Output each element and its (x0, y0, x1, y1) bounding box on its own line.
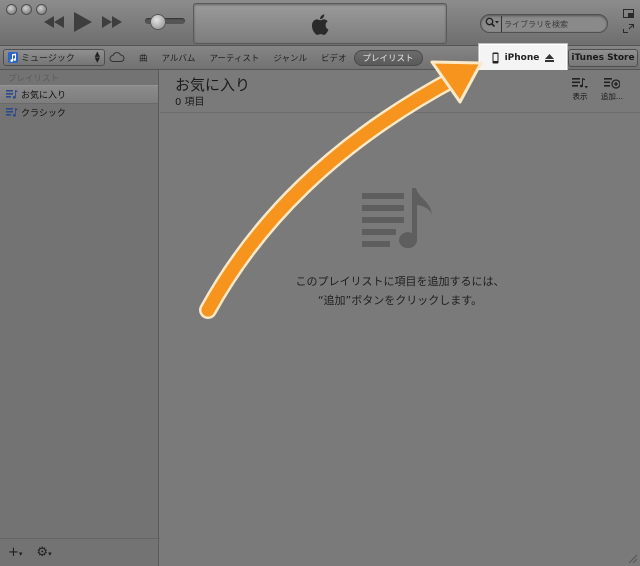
main-content: お気に入り 0 項目 表示 追加... このプレイリストに項目を追加するには、 … (160, 70, 640, 566)
gear-icon[interactable]: ⚙▾ (36, 545, 51, 560)
window-extra-controls (623, 3, 634, 33)
minimize-window-button[interactable] (21, 4, 32, 15)
rewind-icon[interactable] (44, 16, 64, 28)
playlist-header: お気に入り 0 項目 表示 追加... (160, 70, 640, 113)
tab-playlists[interactable]: プレイリスト (353, 50, 423, 66)
itunes-store-button[interactable]: iTunes Store (568, 49, 638, 67)
sidebar-item-classic[interactable]: クラシック (0, 104, 158, 121)
fast-forward-icon[interactable] (102, 16, 122, 28)
library-selector[interactable]: ミュージック ▲ ▼ (3, 49, 105, 66)
search-input[interactable] (501, 16, 606, 32)
sidebar-footer: +▾ ⚙▾ (0, 538, 166, 566)
add-to-playlist-icon (604, 78, 620, 89)
view-list-icon (572, 78, 588, 89)
empty-message-line1: このプレイリストに項目を追加するには、 (295, 275, 505, 288)
playlist-icon (6, 90, 18, 99)
miniplayer-icon[interactable] (623, 3, 634, 18)
fullscreen-icon[interactable] (623, 18, 634, 33)
playlist-icon (6, 108, 18, 117)
resize-grip-icon[interactable] (627, 553, 637, 563)
volume-slider[interactable] (145, 14, 185, 30)
tab-genres[interactable]: ジャンル (266, 50, 314, 66)
empty-message-line2: “追加”ボタンをクリックします。 (317, 294, 483, 307)
play-icon[interactable] (74, 12, 92, 32)
add-button-label: 追加... (600, 92, 624, 101)
chevron-updown-icon: ▲ ▼ (94, 50, 100, 64)
item-count: 0 項目 (175, 97, 205, 108)
tab-artists[interactable]: アーティスト (202, 50, 266, 66)
eject-icon[interactable] (545, 54, 555, 62)
tab-albums[interactable]: アルバム (155, 50, 203, 66)
icloud-icon[interactable] (109, 52, 125, 62)
empty-state: このプレイリストに項目を追加するには、 “追加”ボタンをクリックします。 (160, 188, 640, 310)
device-name: iPhone (504, 53, 540, 63)
sidebar: プレイリスト お気に入り クラシック +▾ ⚙▾ (0, 70, 166, 566)
sidebar-item-label: お気に入り (21, 91, 67, 101)
page-title: お気に入り (175, 76, 251, 94)
device-button[interactable]: iPhone (479, 44, 567, 72)
close-window-button[interactable] (6, 4, 17, 15)
search-icon[interactable] (485, 17, 499, 28)
volume-knob[interactable] (150, 14, 166, 30)
iphone-icon (492, 52, 499, 64)
add-playlist-icon[interactable]: +▾ (8, 545, 22, 560)
status-display (193, 3, 447, 44)
tab-songs[interactable]: 曲 (132, 50, 155, 66)
music-note-icon (8, 52, 18, 63)
tab-videos[interactable]: ビデオ (314, 50, 354, 66)
sidebar-item-favorites[interactable]: お気に入り (0, 85, 158, 104)
library-selector-label: ミュージック (21, 54, 75, 64)
search-field[interactable] (480, 14, 608, 33)
toolbar (0, 0, 640, 46)
apple-logo-icon (311, 14, 329, 35)
playlist-large-icon (362, 188, 432, 249)
library-nav-tabs: 曲 アルバム アーティスト ジャンル ビデオ プレイリスト (132, 50, 423, 66)
sidebar-section-header: プレイリスト (8, 74, 60, 84)
add-button[interactable]: 追加... (597, 77, 627, 102)
view-button[interactable]: 表示 (565, 77, 595, 102)
view-button-label: 表示 (572, 92, 588, 101)
window-controls (6, 4, 47, 15)
sidebar-item-label: クラシック (21, 109, 66, 119)
playback-controls (44, 12, 122, 32)
